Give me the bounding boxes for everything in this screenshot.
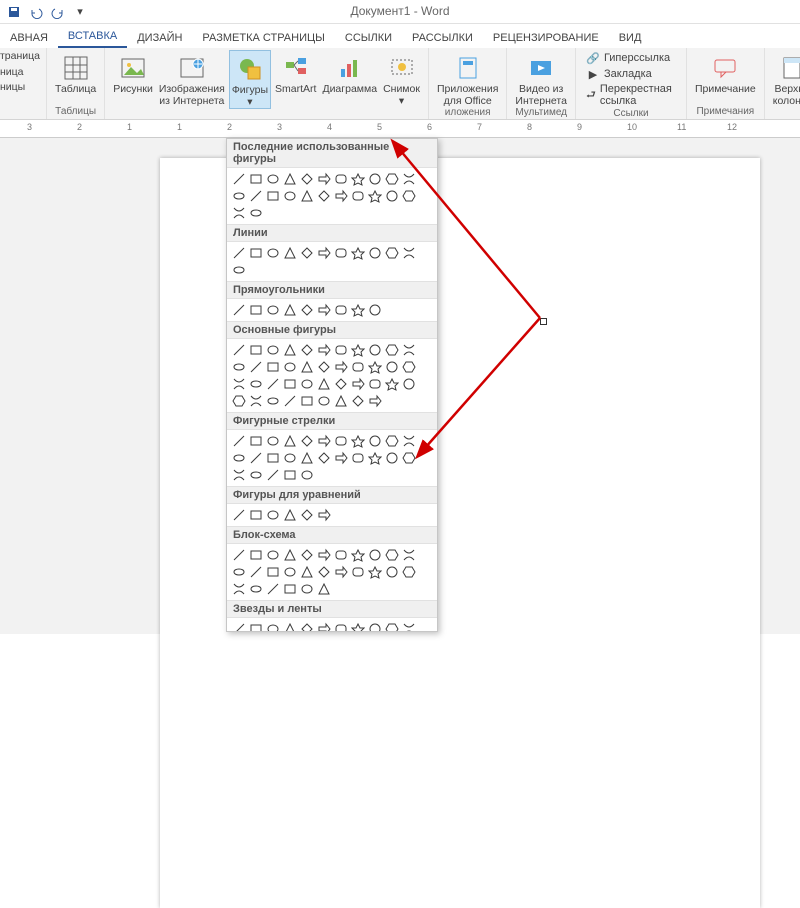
pictures-button[interactable]: Рисунки <box>111 50 155 96</box>
group-tables-label: Таблицы <box>55 106 96 119</box>
hyperlink-button[interactable]: 🔗Гиперссылка <box>582 50 674 66</box>
redo-icon[interactable] <box>48 3 68 21</box>
tab-references[interactable]: ССЫЛКИ <box>335 27 402 48</box>
header-icon <box>776 52 800 84</box>
group-media: Видео из Интернета Мультимед <box>507 48 576 119</box>
group-apps-label: иложения <box>445 107 491 120</box>
online-pictures-button[interactable]: Изображения из Интернета <box>157 50 227 107</box>
screenshot-icon <box>386 52 418 84</box>
header-button[interactable]: Верхни колонти <box>771 50 800 107</box>
pages-label-1: траница <box>0 50 40 64</box>
ruler-tick: 8 <box>527 122 532 132</box>
ruler-tick: 5 <box>377 122 382 132</box>
smartart-label: SmartArt <box>275 84 316 96</box>
chart-button[interactable]: Диаграмма <box>320 50 379 96</box>
shapes-label: Фигуры▾ <box>232 85 268 108</box>
tab-layout[interactable]: РАЗМЕТКА СТРАНИЦЫ <box>192 27 334 48</box>
shapes-icon <box>234 53 266 85</box>
tab-home[interactable]: АВНАЯ <box>0 27 58 48</box>
group-tables: Таблица Таблицы <box>47 48 105 119</box>
pictures-icon <box>117 52 149 84</box>
online-pictures-icon <box>176 52 208 84</box>
group-pages: траница ница ницы <box>0 48 47 119</box>
window-title: Документ1 - Word <box>350 4 449 18</box>
group-comments: Примечание Примечания <box>687 48 765 119</box>
group-comments-label: Примечания <box>696 106 754 119</box>
ruler-tick: 7 <box>477 122 482 132</box>
screenshot-label: Снимок▾ <box>383 84 420 107</box>
ruler-tick: 2 <box>227 122 232 132</box>
comment-label: Примечание <box>695 84 756 96</box>
smartart-icon <box>280 52 312 84</box>
ruler-tick: 12 <box>727 122 737 132</box>
ribbon: траница ница ницы Таблица Таблицы Рисунк… <box>0 48 800 120</box>
table-icon <box>60 52 92 84</box>
ruler-tick: 4 <box>327 122 332 132</box>
ruler-tick: 1 <box>177 122 182 132</box>
comment-button[interactable]: Примечание <box>693 50 758 96</box>
ruler-tick: 3 <box>277 122 282 132</box>
title-bar: ▾ Документ1 - Word <box>0 0 800 24</box>
pages-label-3: ницы <box>0 81 25 95</box>
tab-review[interactable]: РЕЦЕНЗИРОВАНИЕ <box>483 27 609 48</box>
annotation-arrow-1 <box>0 138 800 638</box>
group-links: 🔗Гиперссылка ▶Закладка ⮐Перекрестная ссы… <box>576 48 687 119</box>
apps-icon <box>452 52 484 84</box>
comment-icon <box>709 52 741 84</box>
group-illustrations: Рисунки Изображения из Интернета Фигуры▾… <box>105 48 429 119</box>
pictures-label: Рисунки <box>113 84 153 96</box>
tab-design[interactable]: ДИЗАЙН <box>127 27 192 48</box>
save-icon[interactable] <box>4 3 24 21</box>
tab-insert[interactable]: ВСТАВКА <box>58 25 127 48</box>
ruler-tick: 10 <box>627 122 637 132</box>
group-apps: Приложения для Office иложения <box>429 48 507 119</box>
video-icon <box>525 52 557 84</box>
table-label: Таблица <box>55 84 96 96</box>
screenshot-button[interactable]: Снимок▾ <box>381 50 422 107</box>
pages-label-2: ница <box>0 66 24 80</box>
crossref-button[interactable]: ⮐Перекрестная ссылка <box>582 82 680 108</box>
chart-label: Диаграмма <box>322 84 377 96</box>
horizontal-ruler[interactable]: 321123456789101112 <box>0 120 800 138</box>
document-workspace: Последние использованные фигуры Линии Пр… <box>0 138 800 634</box>
ruler-tick: 11 <box>677 122 686 132</box>
ruler-tick: 2 <box>77 122 82 132</box>
group-header: Верхни колонти <box>765 48 800 119</box>
bookmark-button[interactable]: ▶Закладка <box>582 66 656 82</box>
crossref-icon: ⮐ <box>586 88 596 102</box>
bookmark-icon: ▶ <box>586 67 600 81</box>
ruler-tick: 9 <box>577 122 582 132</box>
office-apps-label: Приложения для Office <box>437 84 498 107</box>
shapes-button[interactable]: Фигуры▾ <box>229 50 271 109</box>
chart-icon <box>334 52 366 84</box>
undo-icon[interactable] <box>26 3 46 21</box>
ruler-tick: 6 <box>427 122 432 132</box>
qat-customize-icon[interactable]: ▾ <box>70 3 90 21</box>
smartart-button[interactable]: SmartArt <box>273 50 318 96</box>
hyperlink-icon: 🔗 <box>586 51 600 65</box>
tab-mailings[interactable]: РАССЫЛКИ <box>402 27 483 48</box>
online-video-label: Видео из Интернета <box>515 84 567 107</box>
tab-view[interactable]: ВИД <box>609 27 652 48</box>
ruler-tick: 1 <box>127 122 132 132</box>
online-video-button[interactable]: Видео из Интернета <box>513 50 569 107</box>
quick-access-toolbar: ▾ <box>0 1 94 23</box>
office-apps-button[interactable]: Приложения для Office <box>435 50 500 107</box>
header-label: Верхни колонти <box>773 84 800 107</box>
table-button[interactable]: Таблица <box>53 50 98 96</box>
ruler-tick: 3 <box>27 122 32 132</box>
online-pictures-label: Изображения из Интернета <box>159 84 225 107</box>
group-media-label: Мультимед <box>515 107 567 120</box>
ribbon-tabs: АВНАЯ ВСТАВКА ДИЗАЙН РАЗМЕТКА СТРАНИЦЫ С… <box>0 24 800 48</box>
